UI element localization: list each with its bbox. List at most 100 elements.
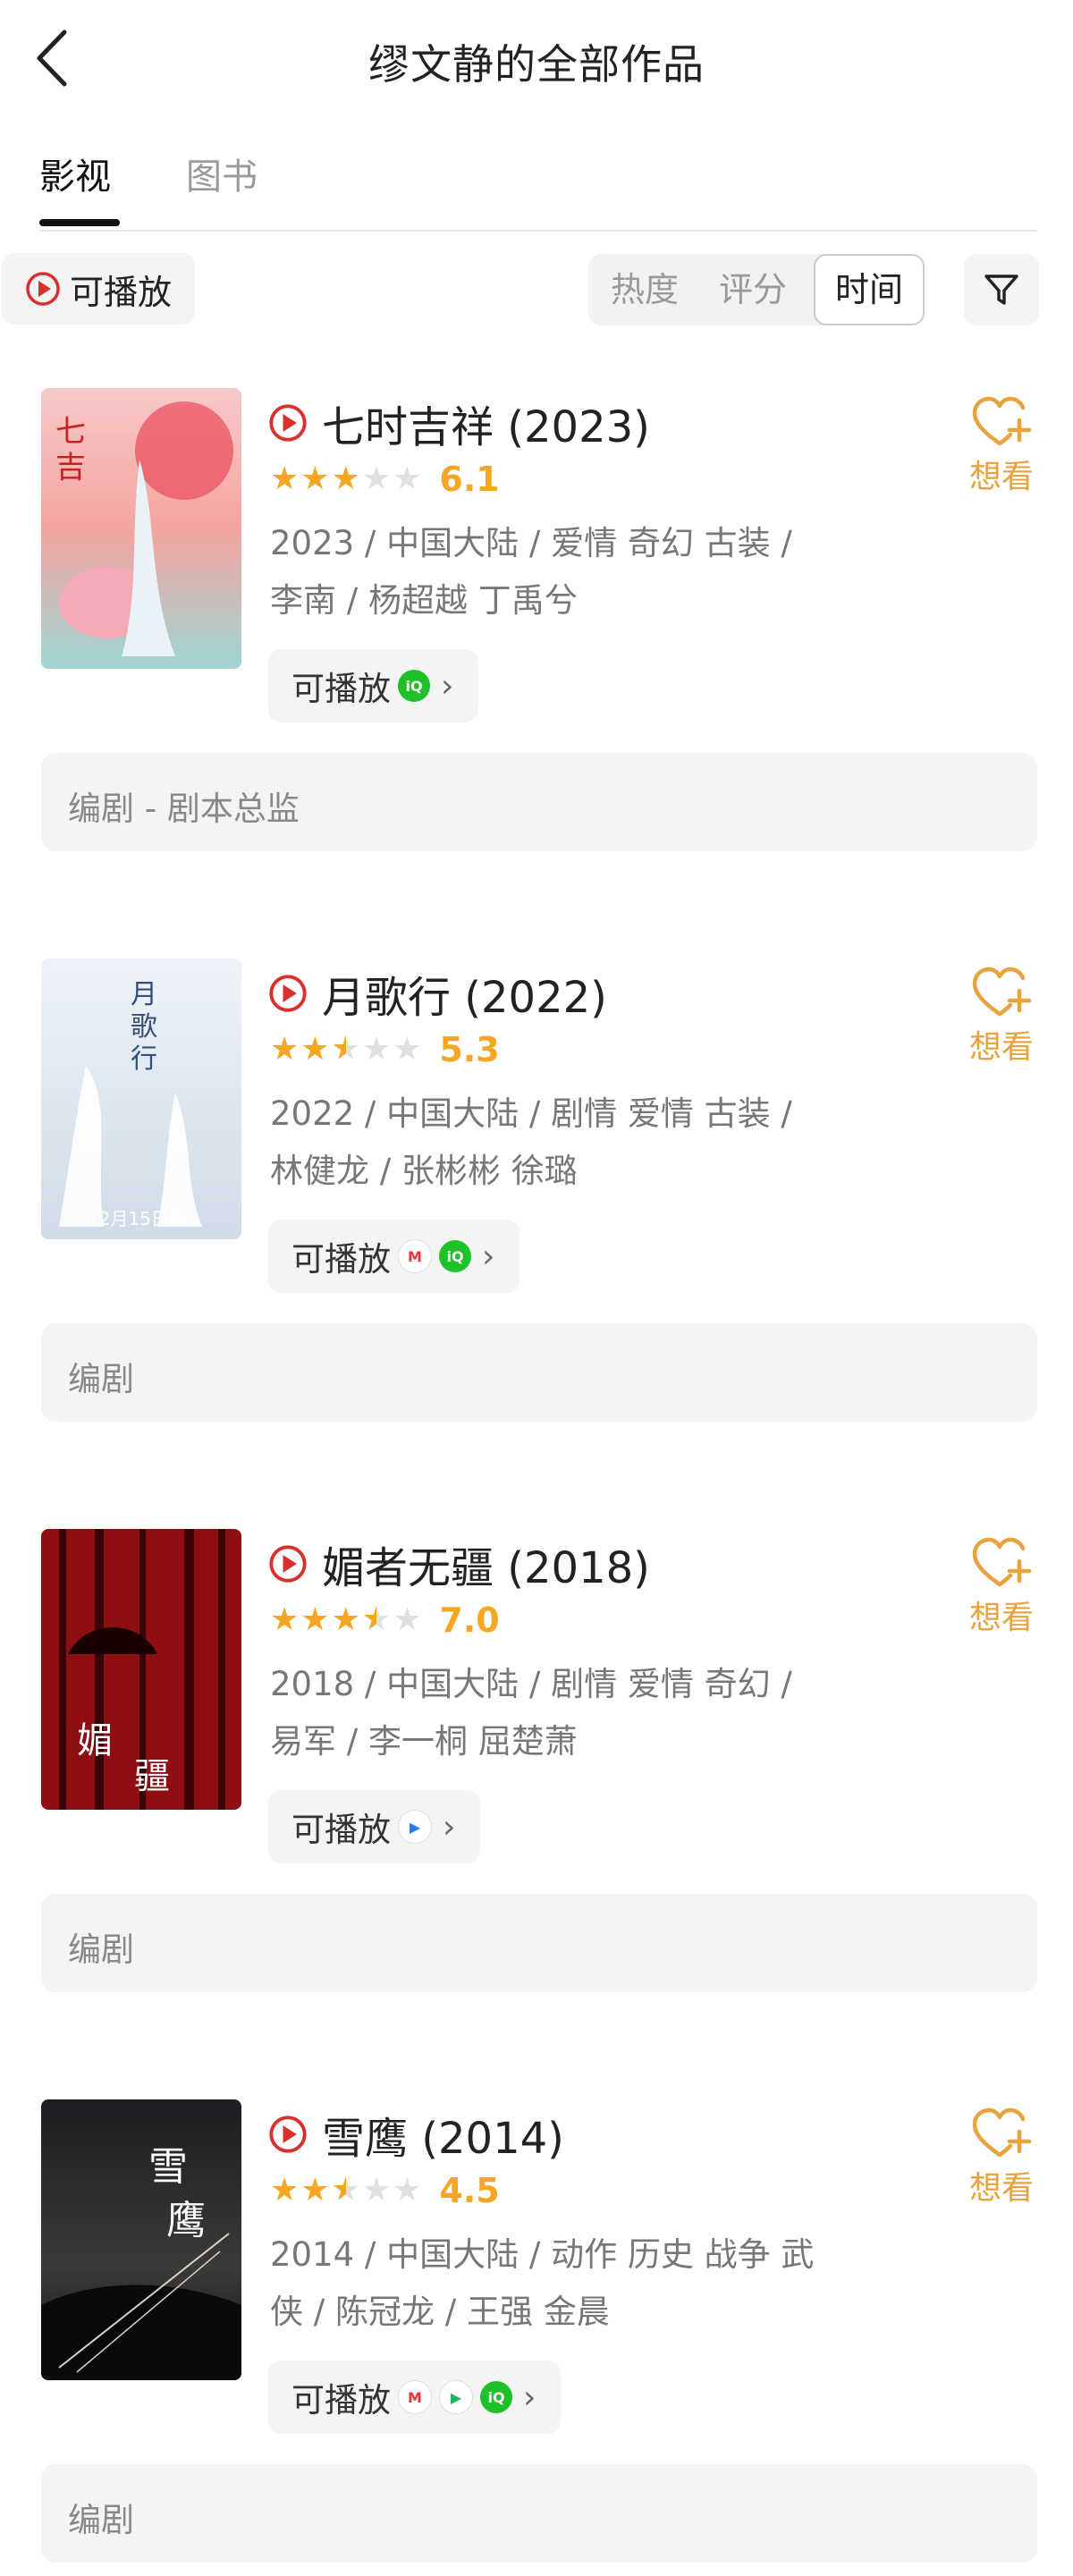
svg-text:鹰: 鹰 [166,2198,206,2243]
playable-filter-label: 可播放 [70,272,173,312]
work-title-row[interactable]: 雪鹰 (2014) [268,2103,564,2166]
want-to-watch-button[interactable]: 想看 [966,395,1037,497]
platform-icons: M ▶ iQ [391,2380,512,2414]
want-to-watch-button[interactable]: 想看 [966,2107,1037,2209]
work-meta: 2014 / 中国大陆 / 动作 历史 战争 武 侠 / 陈冠龙 / 王强 金晨 [270,2226,842,2341]
funnel-icon [984,274,1018,305]
svg-text:12月15日起: 12月15日起 [88,1208,187,1229]
rating-score: 7.0 [439,1600,500,1640]
star-icon: ★ [332,2172,360,2209]
chevron-right-icon: › [482,1237,495,1275]
iqiyi-icon: iQ [398,670,430,702]
iqiyi-icon: iQ [439,1240,471,1272]
meta-line-1: 2014 / 中国大陆 / 动作 历史 战争 武 [270,2235,815,2274]
poster-image[interactable]: 七 吉 [41,388,241,669]
page-title: 缪文静的全部作品 [368,40,705,89]
svg-text:媚: 媚 [77,1720,113,1761]
sort-rating[interactable]: 评分 [699,254,807,325]
play-circle-icon [269,1545,307,1583]
star-icon: ★ [270,460,300,497]
svg-text:歌: 歌 [131,1011,157,1043]
role-box: 编剧 - 剧本总监 [41,753,1037,851]
iqiyi-icon: iQ [480,2381,512,2413]
want-to-watch-label: 想看 [968,2170,1034,2207]
platform-icons: iQ [391,670,430,702]
poster-image[interactable]: 媚 疆 [41,1529,241,1810]
stars: ★★★★★ [270,2173,423,2209]
star-icon: ★ [331,1601,360,1638]
meta-line-1: 2022 / 中国大陆 / 剧情 爱情 古装 / [270,1094,792,1133]
active-tab-underline [39,219,120,226]
tab-books[interactable]: 图书 [186,148,258,199]
poster-image[interactable]: 月 歌 行 12月15日起 [41,959,241,1239]
star-icon: ★ [300,1031,330,1068]
svg-text:吉: 吉 [55,450,86,486]
heart-plus-icon [972,396,1032,446]
filter-button[interactable] [964,254,1039,325]
playable-platforms-button[interactable]: 可播放 MiQ › [268,1220,520,1293]
chevron-right-icon: › [441,667,454,705]
star-rating: ★★★★★ 4.5 [270,2171,500,2210]
svg-text:疆: 疆 [134,1756,170,1797]
header: 缪文静的全部作品 [0,0,1073,116]
meta-line-2: 易军 / 李一桐 屈楚萧 [270,1722,578,1761]
role-label: 编剧 [68,1930,134,1969]
role-box: 编剧 [41,2464,1037,2563]
heart-plus-icon [972,967,1032,1017]
rating-score: 5.3 [439,1030,500,1069]
star-icon: ★ [332,1031,360,1068]
playable-platforms-button[interactable]: 可播放 ▶ › [268,1790,481,1863]
rating-score: 6.1 [439,460,500,499]
meta-line-1: 2018 / 中国大陆 / 剧情 爱情 奇幻 / [270,1665,792,1703]
star-rating: ★★★★★ 5.3 [270,1030,500,1069]
chevron-right-icon: › [443,1808,456,1845]
tab-film-tv[interactable]: 影视 [39,148,111,199]
star-icon: ★ [362,1601,391,1638]
star-icon: ★ [361,460,392,497]
sort-time[interactable]: 时间 [814,254,925,325]
meta-line-2: 林健龙 / 张彬彬 徐璐 [270,1152,578,1190]
star-icon: ★ [270,1031,300,1068]
stars: ★★★★★ [270,1032,423,1068]
star-icon: ★ [361,1031,392,1068]
play-circle-icon [269,2116,307,2153]
work-title-row[interactable]: 月歌行 (2022) [268,962,607,1025]
work-title-row[interactable]: 媚者无疆 (2018) [268,1533,650,1595]
playable-label: 可播放 [291,1240,391,1279]
want-to-watch-button[interactable]: 想看 [966,966,1037,1068]
platform-icons: ▶ [391,1810,432,1844]
heart-plus-icon [972,2107,1032,2158]
tab-bar: 影视 图书 [39,148,1037,232]
role-label: 编剧 [68,1360,134,1398]
work-title-row[interactable]: 七时吉祥 (2023) [268,392,650,454]
role-box: 编剧 [41,1323,1037,1422]
work-meta: 2018 / 中国大陆 / 剧情 爱情 奇幻 / 易军 / 李一桐 屈楚萧 [270,1656,842,1770]
meta-line-1: 2023 / 中国大陆 / 爱情 奇幻 古装 / [270,524,792,562]
role-box: 编剧 [41,1894,1037,1992]
meta-line-2: 李南 / 杨超越 丁禹兮 [270,581,578,620]
work-title: 媚者无疆 (2018) [322,1543,650,1593]
heart-plus-icon [972,1537,1032,1587]
sort-options: 热度 评分 时间 [588,254,925,325]
playable-platforms-button[interactable]: 可播放 M ▶ iQ › [268,2361,562,2434]
playable-label: 可播放 [291,1811,391,1849]
star-icon: ★ [270,2172,300,2209]
mgtv-icon: M [398,2380,432,2414]
play-circle-icon [269,404,307,442]
playable-filter-chip[interactable]: 可播放 [2,253,195,325]
svg-text:七: 七 [55,414,86,450]
poster-image[interactable]: 雪 鹰 [41,2099,241,2380]
stars: ★★★★★ [270,1602,423,1638]
star-icon: ★ [300,2172,330,2209]
star-icon: ★ [393,1601,422,1638]
sort-popularity[interactable]: 热度 [591,254,698,325]
star-rating: ★★★★★ 6.1 [270,460,500,499]
star-icon: ★ [393,2172,422,2209]
work-title: 月歌行 (2022) [322,973,607,1023]
want-to-watch-button[interactable]: 想看 [966,1536,1037,1638]
star-icon: ★ [270,1601,300,1638]
playable-platforms-button[interactable]: 可播放 iQ › [268,649,479,722]
star-icon: ★ [331,460,360,497]
work-title: 七时吉祥 (2023) [322,402,650,452]
stars: ★★★★★ [270,461,423,497]
